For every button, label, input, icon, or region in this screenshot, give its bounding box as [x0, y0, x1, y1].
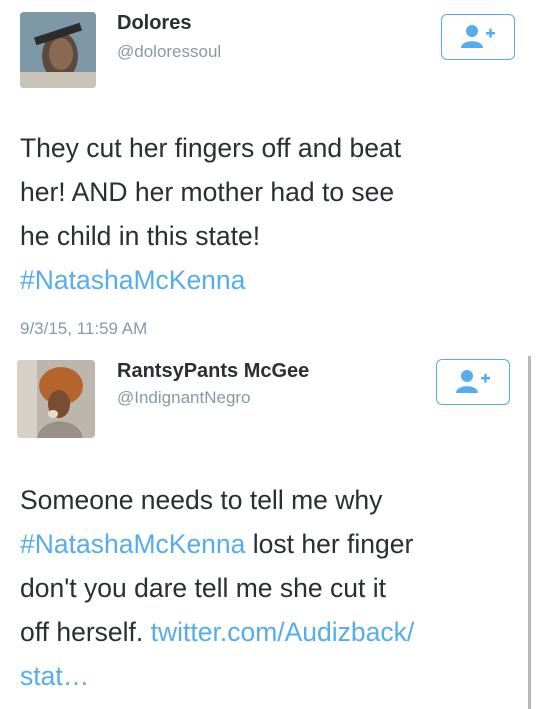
avatar[interactable]	[20, 12, 96, 88]
timestamp[interactable]: 9/3/15, 11:59 AM	[20, 319, 147, 339]
avatar[interactable]	[17, 360, 95, 438]
avatar-photo	[17, 360, 95, 438]
hashtag-link[interactable]: #NatashaMcKenna	[20, 529, 245, 559]
follow-button[interactable]	[436, 359, 510, 405]
follow-user-plus-icon	[461, 25, 495, 48]
username[interactable]: @IndignantNegro	[117, 388, 251, 408]
tweet-text-line: her! AND her mother had to see	[20, 177, 395, 207]
display-name[interactable]: Dolores	[117, 12, 191, 35]
username[interactable]: @doloressoul	[117, 42, 221, 62]
tweet-text-line: don't you dare tell me she cut it	[20, 573, 386, 603]
tweet-text-line: Someone needs to tell me why	[20, 485, 383, 515]
avatar-photo	[20, 12, 96, 88]
follow-button[interactable]	[441, 14, 515, 60]
tweet-rantsypants: RantsyPants McGee @IndignantNegro Someon…	[0, 350, 539, 709]
tweet-dolores: Dolores @doloressoul They cut her finger…	[0, 0, 539, 350]
url-link[interactable]: twitter.com/Audizback/	[151, 617, 415, 647]
tweet-text-line: #NatashaMcKenna lost her finger	[20, 522, 520, 566]
hashtag-link[interactable]: #NatashaMcKenna	[20, 258, 520, 302]
url-link-continued[interactable]: stat…	[20, 654, 520, 698]
tweet-text-fragment: off herself.	[20, 617, 151, 647]
tweet-text-line: he child in this state!	[20, 221, 261, 251]
tweet-text-line: off herself. twitter.com/Audizback/	[20, 610, 520, 654]
tweet-text: They cut her fingers off and beat her! A…	[20, 126, 520, 302]
vertical-divider	[528, 356, 531, 709]
tweet-text-fragment: lost her finger	[245, 529, 414, 559]
tweet-text: Someone needs to tell me why #NatashaMcK…	[20, 478, 520, 698]
follow-user-plus-icon	[456, 370, 490, 393]
tweet-text-line: They cut her fingers off and beat	[20, 133, 402, 163]
display-name[interactable]: RantsyPants McGee	[117, 360, 309, 383]
